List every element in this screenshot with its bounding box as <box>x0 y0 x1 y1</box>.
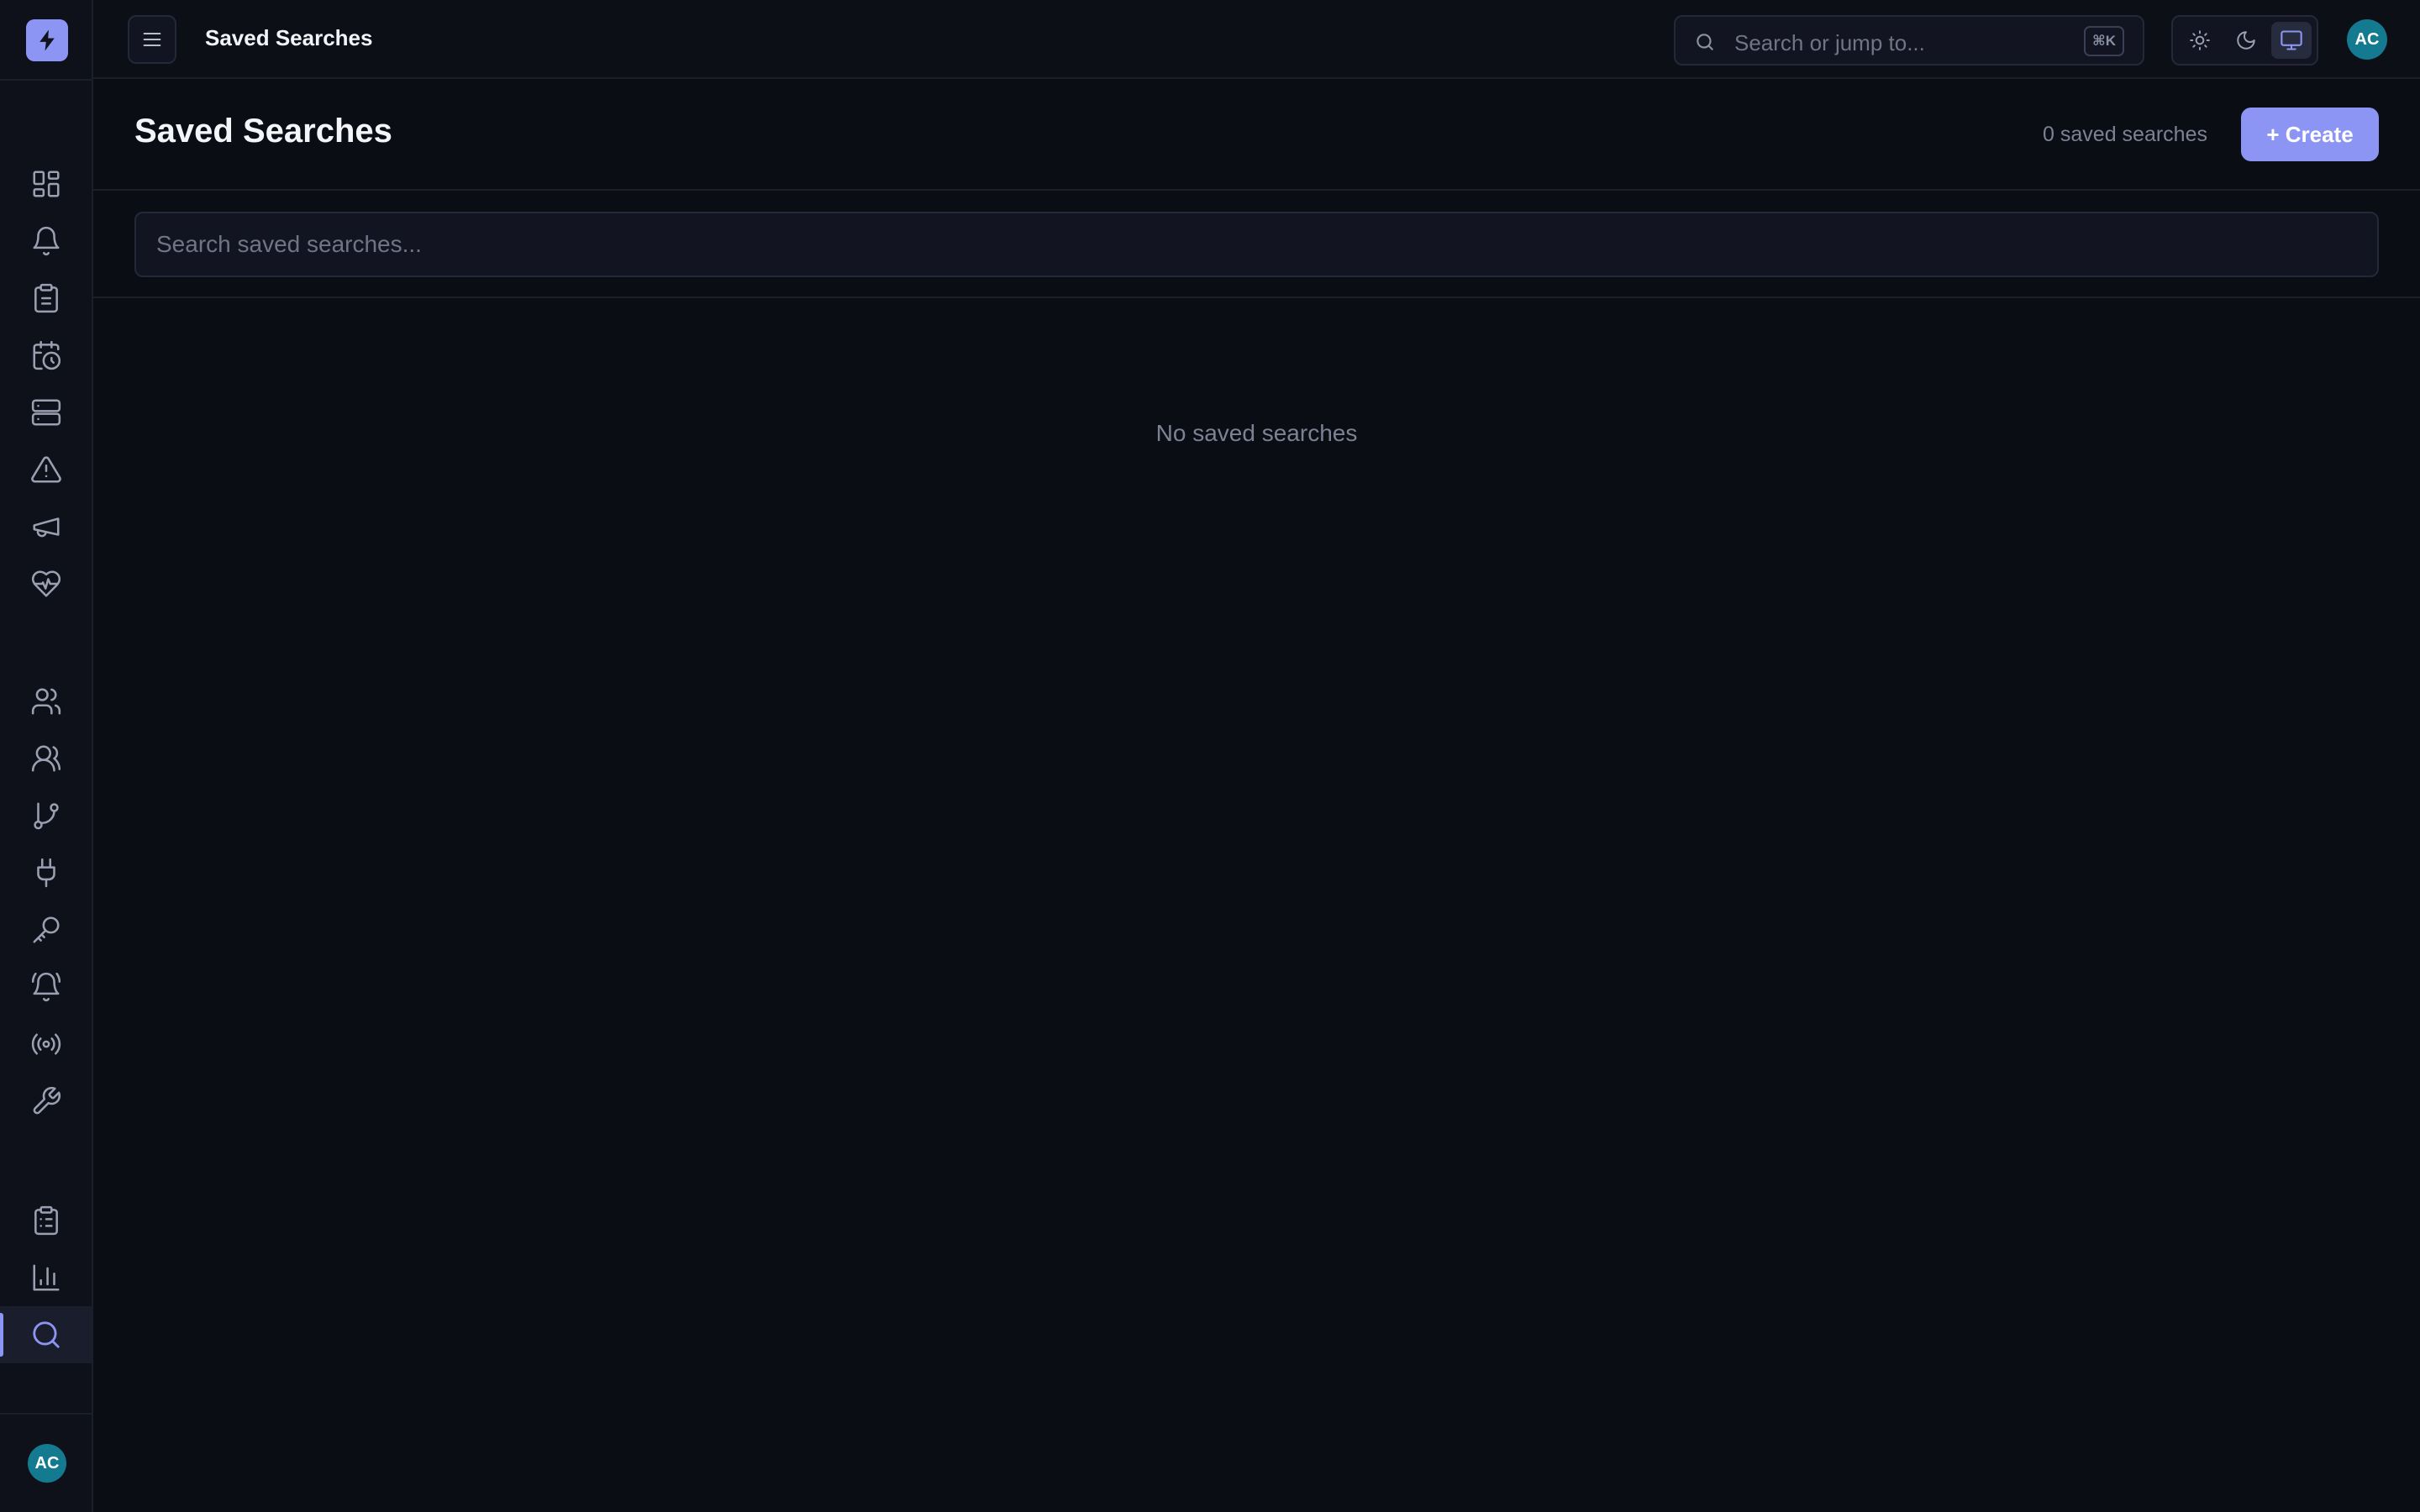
shortcut-badge: ⌘K <box>2084 26 2124 56</box>
sidebar-item-analytics[interactable] <box>0 1249 92 1306</box>
dashboard-icon <box>32 171 60 197</box>
sidebar-divider <box>0 1413 93 1415</box>
search-icon <box>32 1321 60 1348</box>
bar-chart-icon <box>32 1264 60 1291</box>
sidebar-item-saved-searches[interactable] <box>0 1306 92 1363</box>
app-root: AC Saved Searches Search or jump to... ⌘… <box>0 0 2420 1512</box>
moon-icon <box>2237 31 2255 50</box>
dark-theme-button[interactable] <box>2226 22 2266 59</box>
alert-triangle-icon <box>30 456 61 483</box>
sidebar-item-reports[interactable] <box>0 1192 92 1249</box>
topbar-title: Saved Searches <box>205 25 373 50</box>
sidebar-item-dashboard[interactable] <box>0 155 92 213</box>
sidebar-divider <box>0 79 93 81</box>
git-branch-icon <box>33 802 59 830</box>
topbar: Saved Searches Search or jump to... ⌘K A… <box>93 0 2420 79</box>
plug-icon <box>36 858 55 888</box>
hamburger-icon <box>143 32 161 47</box>
sidebar-item-workflows[interactable] <box>0 787 92 844</box>
sidebar-item-tools[interactable] <box>0 1073 92 1130</box>
sidebar-item-tasks[interactable] <box>0 270 92 327</box>
light-theme-button[interactable] <box>2180 22 2220 59</box>
page-title: Saved Searches <box>134 113 392 150</box>
megaphone-icon <box>32 517 60 538</box>
radio-icon <box>31 1033 60 1055</box>
global-search-placeholder: Search or jump to... <box>1734 30 1925 55</box>
key-icon <box>32 916 60 943</box>
theme-switcher <box>2171 15 2318 66</box>
sidebar-item-integrations[interactable] <box>0 844 92 901</box>
sidebar-item-api-keys[interactable] <box>0 901 92 958</box>
sidebar-item-incidents[interactable] <box>0 441 92 498</box>
sidebar: AC <box>0 0 93 1512</box>
wrench-icon <box>33 1086 60 1115</box>
sidebar-item-teams[interactable] <box>0 730 92 787</box>
server-icon <box>31 399 60 426</box>
create-button[interactable]: + Create <box>2241 108 2379 161</box>
user-avatar[interactable]: AC <box>28 1444 66 1483</box>
menu-toggle-button[interactable] <box>128 15 176 64</box>
user-avatar[interactable]: AC <box>2347 19 2387 60</box>
system-theme-button[interactable] <box>2271 22 2312 59</box>
monitor-icon <box>2281 30 2302 50</box>
saved-search-count: 0 saved searches <box>2043 123 2207 146</box>
sidebar-item-announcements[interactable] <box>0 498 92 555</box>
clipboard-icon <box>34 283 58 313</box>
sidebar-item-servers[interactable] <box>0 384 92 441</box>
calendar-clock-icon <box>32 340 60 370</box>
sidebar-item-alerts[interactable] <box>0 958 92 1016</box>
search-icon <box>1697 34 1713 50</box>
bell-icon <box>32 226 60 256</box>
logo[interactable] <box>26 19 68 61</box>
user-icon <box>31 688 60 715</box>
sidebar-item-users[interactable] <box>0 673 92 730</box>
global-search-input[interactable]: Search or jump to... ⌘K <box>1674 15 2144 66</box>
sidebar-item-health[interactable] <box>0 555 92 612</box>
lightning-icon <box>39 29 55 51</box>
filter-bar <box>93 191 2420 298</box>
sidebar-item-schedules[interactable] <box>0 327 92 384</box>
clipboard-list-icon <box>34 1205 58 1236</box>
sun-icon <box>2190 30 2210 50</box>
heart-pulse-icon <box>31 570 60 597</box>
bell-ring-icon <box>31 972 60 1002</box>
sidebar-item-broadcast[interactable] <box>0 1016 92 1073</box>
empty-state-message: No saved searches <box>1155 420 1358 446</box>
users-icon <box>31 745 60 772</box>
saved-search-filter-input[interactable] <box>134 212 2379 277</box>
sidebar-item-notifications[interactable] <box>0 213 92 270</box>
page-header: Saved Searches 0 saved searches + Create <box>93 79 2420 191</box>
